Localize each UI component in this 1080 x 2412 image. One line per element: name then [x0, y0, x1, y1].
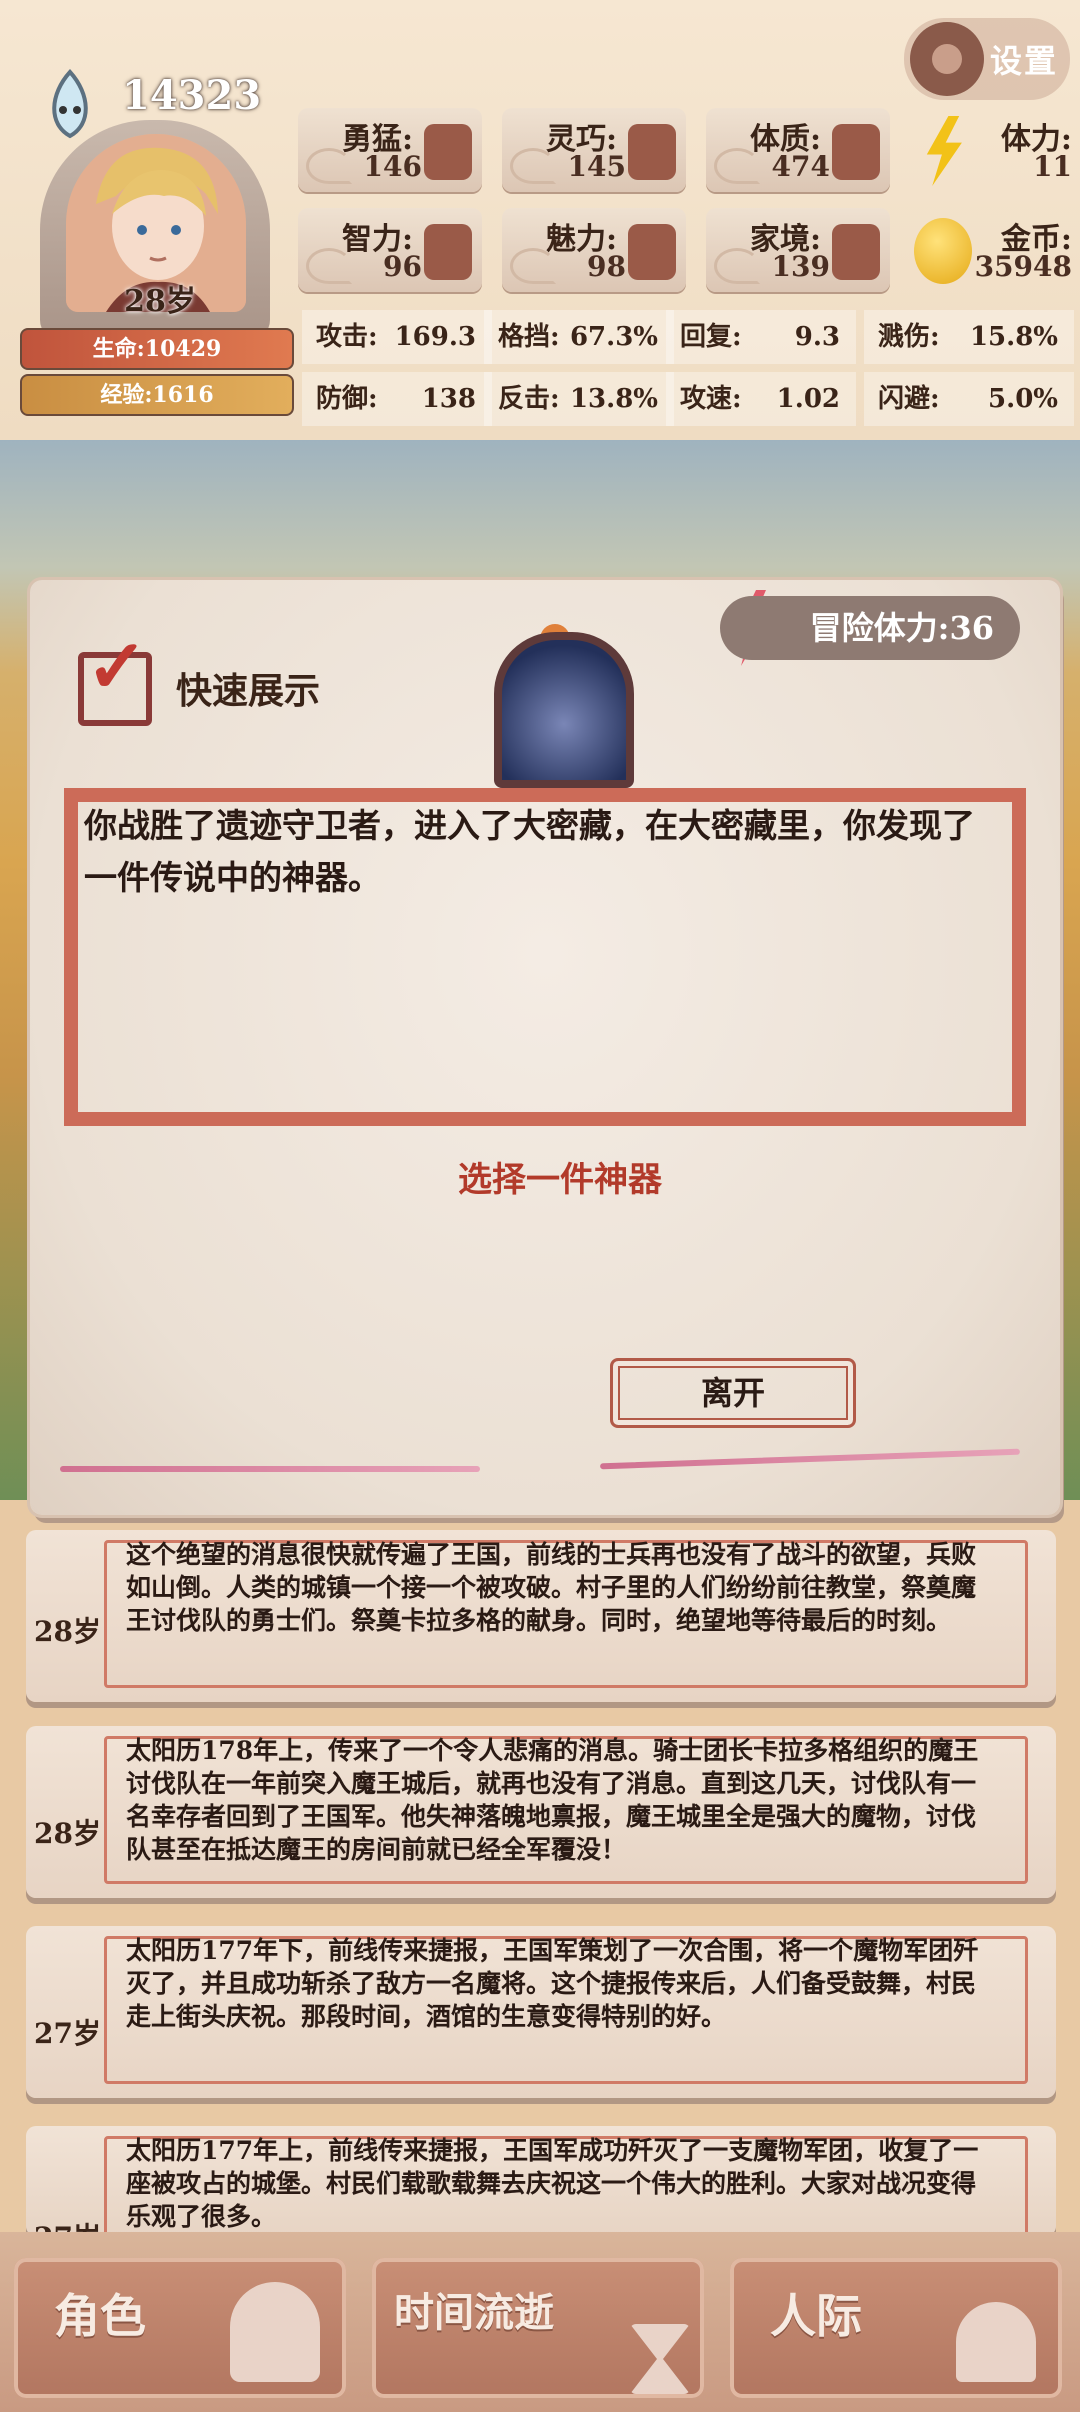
life-bar: 生命:10429 — [20, 328, 294, 370]
spirit-count: 14323 — [122, 72, 262, 119]
muscle-arm-icon — [832, 124, 880, 180]
stat-label: 回复: — [680, 322, 742, 352]
gear-icon — [909, 22, 984, 96]
log-text: 太阳历178年上，传来了一个令人悲痛的消息。骑士团长卡拉多格组织的魔王讨伐队在一… — [126, 1736, 979, 1864]
stat-counter: 反击: 13.8% — [484, 372, 674, 426]
nav-character[interactable]: 角色 — [14, 2258, 346, 2398]
stat-label: 防御: — [316, 384, 378, 414]
log-text: 太阳历177年下，前线传来捷报，王国军策划了一次合围，将一个魔物军团歼灭了，并且… — [126, 1936, 979, 2031]
gold-display[interactable]: 金币: 35948 — [912, 208, 1072, 292]
stat-value: 1.02 — [776, 384, 840, 414]
log-text: 太阳历177年上，前线传来捷报，王国军成功歼灭了一支魔物军团，收复了一座被攻占的… — [126, 2136, 979, 2231]
attr-value: 146 — [363, 150, 422, 183]
stat-defense: 防御: 138 — [302, 372, 492, 426]
money-bag-icon — [832, 224, 880, 280]
log-entry: 28岁 这个绝望的消息很快就传遍了王国，前线的士兵再也没有了战斗的欲望，兵败如山… — [26, 1530, 1056, 1702]
nav-time-pass[interactable]: 时间流逝 — [372, 2258, 704, 2398]
stamina-value: 11 — [1033, 150, 1072, 183]
checkmark-icon: ✓ — [86, 624, 149, 710]
nav-label: 时间流逝 — [394, 2289, 554, 2336]
exp-bar: 经验:1616 — [20, 374, 294, 416]
log-age: 27岁 — [34, 2017, 101, 2050]
stat-value: 9.3 — [794, 322, 840, 352]
stat-attack-speed: 攻速: 1.02 — [666, 372, 856, 426]
character-bust-icon — [230, 2282, 320, 2382]
stat-value: 13.8% — [569, 384, 658, 414]
choose-artifact-link[interactable]: 选择一件神器 — [0, 1152, 1080, 1201]
log-age: 28岁 — [34, 1615, 101, 1648]
brain-icon — [424, 224, 472, 280]
leave-button[interactable]: 离开 — [610, 1358, 856, 1428]
stat-attack: 攻击: 169.3 — [302, 310, 492, 364]
attr-intelligence[interactable]: 智力: 96 — [298, 208, 482, 292]
lightning-icon — [926, 116, 962, 186]
stat-label: 攻速: — [680, 384, 742, 414]
stat-value: 138 — [421, 384, 476, 414]
story-text: 你战胜了遗迹守卫者，进入了大密藏，在大密藏里，你发现了一件传说中的神器。 — [84, 806, 975, 897]
attr-value: 145 — [567, 150, 626, 183]
log-age: 28岁 — [34, 1817, 101, 1850]
settings-button[interactable]: 设置 — [903, 18, 1070, 100]
quick-display-label[interactable]: 快速展示 — [176, 662, 320, 714]
attr-value: 96 — [383, 250, 422, 283]
stat-label: 闪避: — [878, 384, 940, 414]
attr-constitution[interactable]: 体质: 474 — [706, 108, 890, 192]
nav-label: 人际 — [770, 2289, 862, 2343]
divider-left — [60, 1466, 480, 1472]
log-entry: 27岁 太阳历177年上，前线传来捷报，王国军成功歼灭了一支魔物军团，收复了一座… — [26, 2126, 1056, 2236]
stat-value: 67.3% — [569, 322, 658, 352]
gold-value: 35948 — [974, 250, 1072, 283]
adventure-stamina: 冒险体力:36 — [719, 596, 1020, 660]
log-entry: 27岁 太阳历177年下，前线传来捷报，王国军策划了一次合围，将一个魔物军团歼灭… — [26, 1926, 1056, 2098]
nav-label: 角色 — [54, 2289, 146, 2343]
settings-label: 设置 — [989, 42, 1058, 80]
flower-icon — [628, 224, 676, 280]
attr-value: 98 — [587, 250, 626, 283]
hand-icon — [628, 124, 676, 180]
people-icon — [956, 2302, 1036, 2382]
attr-bravery[interactable]: 勇猛: 146 — [298, 108, 482, 192]
nav-relations[interactable]: 人际 — [730, 2258, 1062, 2398]
stamina-display[interactable]: 体力: 11 — [912, 108, 1072, 192]
attr-value: 474 — [771, 150, 830, 183]
stat-splash: 溅伤: 15.8% — [864, 310, 1074, 364]
treasure-vault-gate-icon — [494, 632, 634, 788]
stat-label: 溅伤: — [878, 322, 940, 352]
gold-coin-icon — [914, 218, 972, 284]
stat-label: 攻击: — [316, 322, 378, 352]
stat-dodge: 闪避: 5.0% — [864, 372, 1074, 426]
stat-recovery: 回复: 9.3 — [666, 310, 856, 364]
stat-value: 15.8% — [969, 322, 1058, 352]
hourglass-icon — [630, 2324, 690, 2394]
stat-block: 格挡: 67.3% — [484, 310, 674, 364]
attr-agility[interactable]: 灵巧: 145 — [502, 108, 686, 192]
log-text: 这个绝望的消息很快就传遍了王国，前线的士兵再也没有了战斗的欲望，兵败如山倒。人类… — [126, 1540, 977, 1635]
stat-value: 5.0% — [988, 384, 1058, 414]
log-entry: 28岁 太阳历178年上，传来了一个令人悲痛的消息。骑士团长卡拉多格组织的魔王讨… — [26, 1726, 1056, 1898]
attr-family[interactable]: 家境: 139 — [706, 208, 890, 292]
stat-label: 格挡: — [498, 322, 560, 352]
stat-value: 169.3 — [394, 322, 476, 352]
stat-label: 反击: — [498, 384, 560, 414]
attr-value: 139 — [771, 250, 830, 283]
attr-charm[interactable]: 魅力: 98 — [502, 208, 686, 292]
character-age: 28岁 — [124, 284, 196, 319]
fist-icon — [424, 124, 472, 180]
